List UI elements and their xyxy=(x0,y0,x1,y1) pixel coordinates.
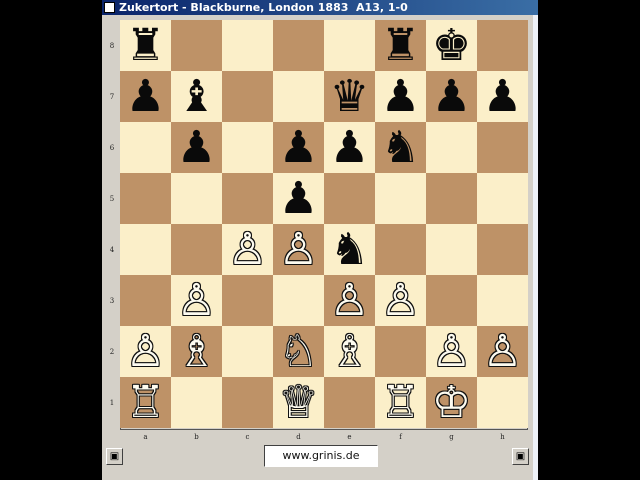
piece-e2[interactable]: ♗ xyxy=(324,326,375,377)
piece-b6[interactable]: ♟ xyxy=(171,122,222,173)
square-e5[interactable] xyxy=(324,173,375,224)
square-c8[interactable] xyxy=(222,20,273,71)
square-g5[interactable] xyxy=(426,173,477,224)
square-h3[interactable] xyxy=(477,275,528,326)
rank-label: 4 xyxy=(109,246,115,254)
piece-f7[interactable]: ♟ xyxy=(375,71,426,122)
piece-d1[interactable]: ♕ xyxy=(273,377,324,428)
rank-label: 5 xyxy=(109,195,115,203)
square-f4[interactable] xyxy=(375,224,426,275)
square-c1[interactable] xyxy=(222,377,273,428)
square-g6[interactable] xyxy=(426,122,477,173)
piece-g1[interactable]: ♔ xyxy=(426,377,477,428)
file-label: e xyxy=(347,433,352,441)
square-c3[interactable] xyxy=(222,275,273,326)
square-h8[interactable] xyxy=(477,20,528,71)
square-b4[interactable] xyxy=(171,224,222,275)
piece-e3[interactable]: ♙ xyxy=(324,275,375,326)
file-label: g xyxy=(449,433,454,441)
square-a6[interactable] xyxy=(120,122,171,173)
square-a3[interactable] xyxy=(120,275,171,326)
flip-board-button-right[interactable]: ▣ xyxy=(512,448,529,465)
rank-label: 7 xyxy=(109,93,115,101)
piece-e6[interactable]: ♟ xyxy=(324,122,375,173)
window-title: Zukertort - Blackburne, London 1883 A13,… xyxy=(119,1,408,14)
square-g4[interactable] xyxy=(426,224,477,275)
square-g3[interactable] xyxy=(426,275,477,326)
piece-f3[interactable]: ♙ xyxy=(375,275,426,326)
square-e1[interactable] xyxy=(324,377,375,428)
piece-a1[interactable]: ♖ xyxy=(120,377,171,428)
piece-d4[interactable]: ♙ xyxy=(273,224,324,275)
piece-d6[interactable]: ♟ xyxy=(273,122,324,173)
square-h4[interactable] xyxy=(477,224,528,275)
square-e8[interactable] xyxy=(324,20,375,71)
piece-g8[interactable]: ♚ xyxy=(426,20,477,71)
square-c5[interactable] xyxy=(222,173,273,224)
piece-g2[interactable]: ♙ xyxy=(426,326,477,377)
piece-f1[interactable]: ♖ xyxy=(375,377,426,428)
file-label: c xyxy=(245,433,250,441)
window-edge xyxy=(533,15,538,480)
board-flip-icon: ▣ xyxy=(515,451,526,462)
chess-viewer-window: Zukertort - Blackburne, London 1883 A13,… xyxy=(102,0,538,480)
square-b1[interactable] xyxy=(171,377,222,428)
piece-g7[interactable]: ♟ xyxy=(426,71,477,122)
piece-b3[interactable]: ♙ xyxy=(171,275,222,326)
square-b8[interactable] xyxy=(171,20,222,71)
piece-e7[interactable]: ♛ xyxy=(324,71,375,122)
square-c2[interactable] xyxy=(222,326,273,377)
file-label: f xyxy=(399,433,402,441)
piece-b2[interactable]: ♗ xyxy=(171,326,222,377)
chess-board[interactable]: ♜ ♜ ♚ ♟ ♝ ♛ ♟ ♟ ♟ ♟ ♟ ♟ ♞ ♟ ♙ ♙ ♞ ♙ ♙ ♙ ♙ ♗ ♘ ♗ ♙ ♙ ♖ ♕ ♖ ♔ xyxy=(120,20,528,430)
rank-label: 3 xyxy=(109,297,115,305)
square-b5[interactable] xyxy=(171,173,222,224)
piece-e4[interactable]: ♞ xyxy=(324,224,375,275)
file-label: h xyxy=(500,433,505,441)
rank-label: 2 xyxy=(109,348,115,356)
title-bar: Zukertort - Blackburne, London 1883 A13,… xyxy=(102,0,538,15)
square-h5[interactable] xyxy=(477,173,528,224)
board-flip-icon: ▣ xyxy=(109,451,120,462)
piece-a2[interactable]: ♙ xyxy=(120,326,171,377)
piece-f6[interactable]: ♞ xyxy=(375,122,426,173)
square-a5[interactable] xyxy=(120,173,171,224)
piece-b7[interactable]: ♝ xyxy=(171,71,222,122)
square-a4[interactable] xyxy=(120,224,171,275)
file-label: b xyxy=(194,433,199,441)
square-d3[interactable] xyxy=(273,275,324,326)
piece-h2[interactable]: ♙ xyxy=(477,326,528,377)
square-h1[interactable] xyxy=(477,377,528,428)
piece-d5[interactable]: ♟ xyxy=(273,173,324,224)
piece-d2[interactable]: ♘ xyxy=(273,326,324,377)
square-d7[interactable] xyxy=(273,71,324,122)
piece-a7[interactable]: ♟ xyxy=(120,71,171,122)
square-c7[interactable] xyxy=(222,71,273,122)
square-f2[interactable] xyxy=(375,326,426,377)
flip-board-button-left[interactable]: ▣ xyxy=(106,448,123,465)
file-label: a xyxy=(143,433,148,441)
rank-label: 6 xyxy=(109,144,115,152)
piece-a8[interactable]: ♜ xyxy=(120,20,171,71)
piece-c4[interactable]: ♙ xyxy=(222,224,273,275)
square-f5[interactable] xyxy=(375,173,426,224)
square-d8[interactable] xyxy=(273,20,324,71)
file-label: d xyxy=(296,433,301,441)
piece-h7[interactable]: ♟ xyxy=(477,71,528,122)
app-icon xyxy=(104,2,115,13)
rank-label: 8 xyxy=(109,42,115,50)
square-h6[interactable] xyxy=(477,122,528,173)
piece-f8[interactable]: ♜ xyxy=(375,20,426,71)
website-link[interactable]: www.grinis.de xyxy=(264,445,378,467)
rank-label: 1 xyxy=(109,399,115,407)
square-c6[interactable] xyxy=(222,122,273,173)
